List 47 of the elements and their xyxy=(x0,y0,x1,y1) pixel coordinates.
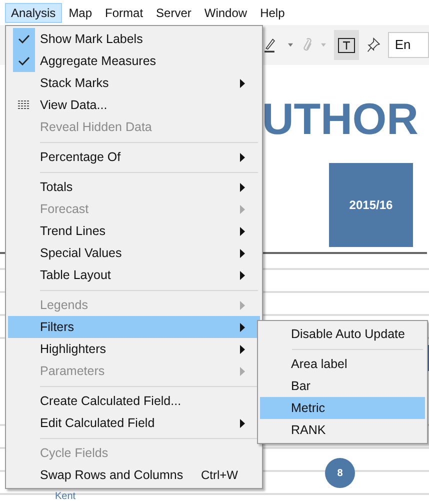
text-tool-button[interactable] xyxy=(334,30,359,60)
submenu-arrow-icon xyxy=(240,322,245,332)
pin-icon[interactable] xyxy=(366,36,380,54)
submenu-arrow-icon xyxy=(240,204,245,214)
submenu-arrow-icon xyxy=(240,300,245,310)
menu-item[interactable]: Edit Calculated Field xyxy=(8,412,260,434)
row-label: Kent xyxy=(55,492,76,501)
menu-item[interactable]: Trend Lines xyxy=(8,220,260,242)
menu-item[interactable]: Percentage Of xyxy=(8,146,260,168)
menu-title[interactable]: Server xyxy=(150,2,198,22)
table-icon xyxy=(18,100,30,110)
submenu-arrow-icon xyxy=(240,226,245,236)
text-box-icon xyxy=(338,38,355,52)
menu-item[interactable]: Totals xyxy=(8,176,260,198)
menu-item[interactable]: View Data... xyxy=(8,94,260,116)
menu-item[interactable]: Aggregate Measures xyxy=(8,50,260,72)
menu-title[interactable]: Help xyxy=(254,2,291,22)
menu-title[interactable]: Window xyxy=(198,2,254,22)
menu-title[interactable]: Map xyxy=(62,2,98,22)
menu-item[interactable]: Table Layout xyxy=(8,264,260,286)
menu-item[interactable]: Special Values xyxy=(8,242,260,264)
menu-item[interactable]: Metric xyxy=(260,397,425,419)
menu-item[interactable]: Highlighters xyxy=(8,338,260,360)
menu-item[interactable]: Filters xyxy=(8,316,260,338)
submenu-arrow-icon xyxy=(240,366,245,376)
input-field[interactable]: En xyxy=(388,32,429,58)
submenu-arrow-icon xyxy=(240,152,245,162)
menu-item[interactable]: Disable Auto Update xyxy=(260,323,425,345)
submenu-arrow-icon xyxy=(240,78,245,88)
submenu-arrow-icon xyxy=(240,248,245,258)
submenu-arrow-icon xyxy=(240,418,245,428)
menu-item[interactable]: Area label xyxy=(260,353,425,375)
dashboard-title: UTHOR xyxy=(262,95,418,145)
menu-title[interactable]: Analysis xyxy=(5,2,62,22)
menu-item[interactable]: Bar xyxy=(260,375,425,397)
year-tile: 2015/16 xyxy=(329,163,413,247)
rank-circle: 8 xyxy=(325,458,355,488)
menu-title[interactable]: Format xyxy=(99,2,150,22)
submenu-arrow-icon xyxy=(240,344,245,354)
menu-item[interactable]: Create Calculated Field... xyxy=(8,390,260,412)
menu-item[interactable]: Swap Rows and Columns Ctrl+W xyxy=(8,464,260,486)
menu-item[interactable]: RANK xyxy=(260,419,425,441)
submenu-arrow-icon xyxy=(240,270,245,280)
submenu-arrow-icon xyxy=(240,182,245,192)
caret-icon[interactable] xyxy=(288,43,294,47)
menu-item[interactable]: Stack Marks xyxy=(8,72,260,94)
menu-item[interactable]: Show Mark Labels xyxy=(8,28,260,50)
